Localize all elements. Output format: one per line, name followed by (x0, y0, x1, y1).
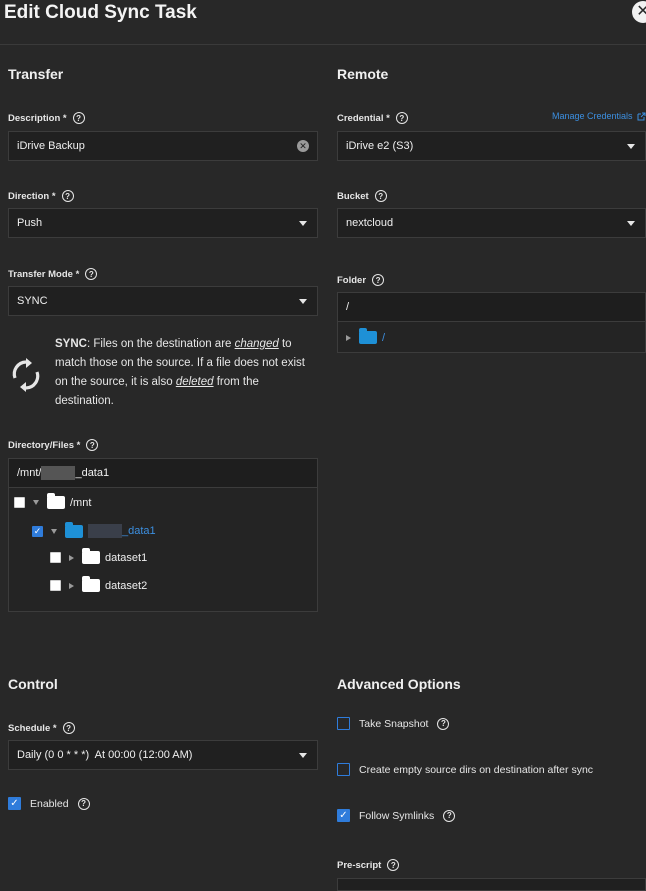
tree-node-data1[interactable]: ✓ _data1 (32, 521, 156, 538)
help-icon[interactable]: ? (72, 112, 85, 124)
folder-icon (359, 328, 377, 344)
expand-icon[interactable] (69, 582, 74, 589)
directory-path-input[interactable]: /mnt/_data1 (8, 458, 318, 488)
help-icon[interactable]: ? (61, 190, 74, 202)
folder-input[interactable]: / (337, 292, 646, 322)
transfer-mode-select[interactable]: SYNC (8, 286, 318, 316)
tree-node-mnt[interactable]: /mnt (14, 493, 91, 509)
transfer-mode-label: Transfer Mode * ? (8, 268, 98, 280)
sync-icon (12, 358, 40, 392)
help-icon[interactable]: ? (387, 859, 400, 871)
description-input[interactable]: iDrive Backup ✕ (8, 131, 318, 161)
description-label: Description * ? (8, 112, 85, 124)
expand-icon[interactable] (346, 334, 351, 341)
remote-section-title: Remote (337, 66, 389, 82)
checkbox-icon[interactable] (337, 763, 350, 776)
checkbox-checked-icon[interactable]: ✓ (8, 797, 21, 810)
folder-tree: / (337, 321, 646, 353)
caret-down-icon (627, 144, 635, 149)
folder-icon (65, 521, 83, 538)
folder-icon (82, 548, 100, 564)
schedule-select[interactable]: Daily (0 0 * * *) At 00:00 (12:00 AM) (8, 740, 318, 770)
caret-down-icon (299, 221, 307, 226)
help-icon[interactable]: ? (374, 190, 387, 202)
folder-icon (47, 493, 65, 509)
redacted-text (41, 466, 76, 480)
take-snapshot-checkbox[interactable]: Take Snapshot ? (337, 717, 450, 730)
folder-label: Folder ? (337, 274, 385, 286)
direction-label: Direction * ? (8, 190, 74, 202)
follow-symlinks-checkbox[interactable]: ✓ Follow Symlinks ? (337, 809, 456, 822)
pre-script-textarea[interactable] (337, 878, 646, 891)
help-icon[interactable]: ? (372, 274, 385, 286)
transfer-mode-description: SYNC: Files on the destination are chang… (55, 338, 305, 407)
dialog-title: Edit Cloud Sync Task (4, 2, 197, 23)
checkbox-checked-icon[interactable]: ✓ (337, 809, 350, 822)
help-icon[interactable]: ? (86, 439, 99, 451)
checkbox-icon[interactable] (337, 717, 350, 730)
help-icon[interactable]: ? (395, 112, 408, 124)
caret-down-icon (299, 753, 307, 758)
tree-checkbox[interactable]: ✓ (32, 525, 43, 537)
redacted-text (88, 524, 122, 538)
folder-icon (82, 576, 100, 592)
create-empty-dirs-checkbox[interactable]: Create empty source dirs on destination … (337, 763, 593, 776)
expand-icon[interactable] (69, 554, 74, 561)
caret-down-icon (299, 299, 307, 304)
expand-icon[interactable] (33, 500, 39, 505)
dialog-header: Edit Cloud Sync Task ✕ (0, 0, 646, 45)
manage-credentials-link[interactable]: Manage Credentials (552, 111, 646, 121)
control-section-title: Control (8, 676, 58, 692)
tree-checkbox[interactable] (50, 552, 61, 563)
tree-node-root[interactable]: / (338, 328, 385, 344)
advanced-section-title: Advanced Options (337, 676, 461, 692)
pre-script-label: Pre-script ? (337, 859, 400, 871)
external-link-icon (637, 112, 646, 120)
help-icon[interactable]: ? (62, 722, 75, 734)
close-icon[interactable]: ✕ (632, 1, 646, 23)
enabled-checkbox[interactable]: ✓ Enabled ? (8, 797, 90, 810)
tree-node-dataset1[interactable]: dataset1 (50, 548, 147, 564)
tree-checkbox[interactable] (50, 580, 61, 591)
caret-down-icon (627, 221, 635, 226)
bucket-select[interactable]: nextcloud (337, 208, 646, 238)
help-icon[interactable]: ? (443, 809, 456, 822)
tree-checkbox[interactable] (14, 497, 25, 508)
direction-select[interactable]: Push (8, 208, 318, 238)
help-icon[interactable]: ? (437, 717, 450, 730)
directory-tree: /mnt ✓ _data1 dataset1 dataset2 (8, 487, 318, 612)
help-icon[interactable]: ? (85, 268, 98, 280)
credential-label: Credential * ? (337, 112, 408, 124)
schedule-label: Schedule * ? (8, 722, 75, 734)
help-icon[interactable]: ? (77, 797, 90, 810)
expand-icon[interactable] (51, 528, 57, 534)
tree-node-dataset2[interactable]: dataset2 (50, 576, 147, 592)
directory-files-label: Directory/Files * ? (8, 439, 99, 451)
transfer-section-title: Transfer (8, 66, 64, 82)
clear-icon[interactable]: ✕ (297, 140, 309, 152)
credential-select[interactable]: iDrive e2 (S3) (337, 131, 646, 161)
bucket-label: Bucket ? (337, 190, 387, 202)
